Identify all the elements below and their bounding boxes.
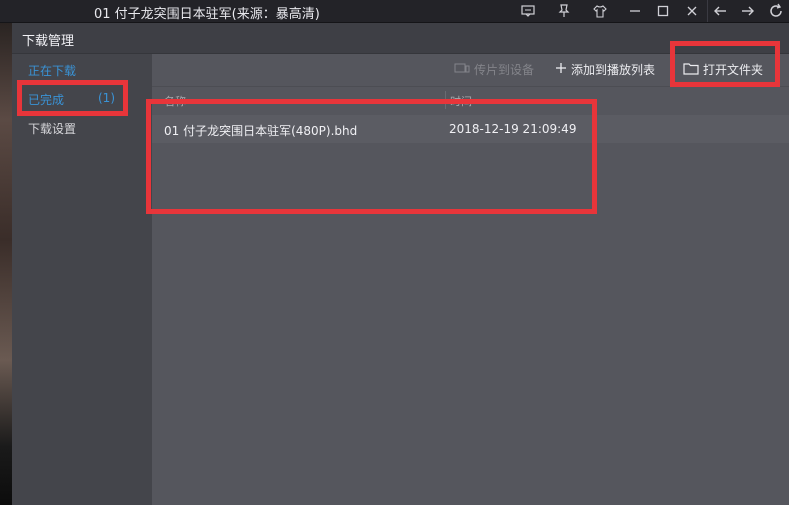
download-manager-dialog: 下载管理 正在下载 已完成 (1) 下载设置 传片到设备 添加到播放列表 打开文… xyxy=(12,23,789,505)
device-icon xyxy=(454,62,470,77)
back-icon[interactable] xyxy=(711,2,729,20)
minimize-icon[interactable] xyxy=(626,2,644,20)
window-titlebar: 01 付子龙突围日本驻军(来源：暴高清) xyxy=(0,0,789,23)
refresh-icon[interactable] xyxy=(767,2,785,20)
feedback-icon[interactable] xyxy=(519,2,537,20)
sidebar: 正在下载 已完成 (1) 下载设置 xyxy=(12,54,152,505)
dialog-title: 下载管理 xyxy=(22,34,75,49)
sidebar-item-label: 正在下载 xyxy=(28,64,77,78)
sidebar-item-download-settings[interactable]: 下载设置 xyxy=(28,120,76,137)
add-to-playlist-button[interactable]: 添加到播放列表 xyxy=(555,61,655,78)
sidebar-item-label: 下载设置 xyxy=(28,122,77,136)
pin-icon[interactable] xyxy=(555,2,573,20)
video-background xyxy=(0,23,12,505)
forward-icon[interactable] xyxy=(739,2,757,20)
plus-icon xyxy=(555,62,567,77)
close-icon[interactable] xyxy=(683,2,701,20)
send-to-device-label: 传片到设备 xyxy=(474,63,535,77)
skin-icon[interactable] xyxy=(591,2,609,20)
send-to-device-button[interactable]: 传片到设备 xyxy=(454,61,534,78)
titlebar-divider xyxy=(707,0,708,22)
annotation-box-open-folder xyxy=(670,41,780,87)
window-title: 01 付子龙突围日本驻军(来源：暴高清) xyxy=(94,7,320,22)
add-to-playlist-label: 添加到播放列表 xyxy=(571,63,656,77)
annotation-box-completed xyxy=(17,80,128,116)
sidebar-item-downloading[interactable]: 正在下载 xyxy=(28,62,76,79)
maximize-icon[interactable] xyxy=(654,2,672,20)
annotation-box-file-row xyxy=(146,99,597,214)
